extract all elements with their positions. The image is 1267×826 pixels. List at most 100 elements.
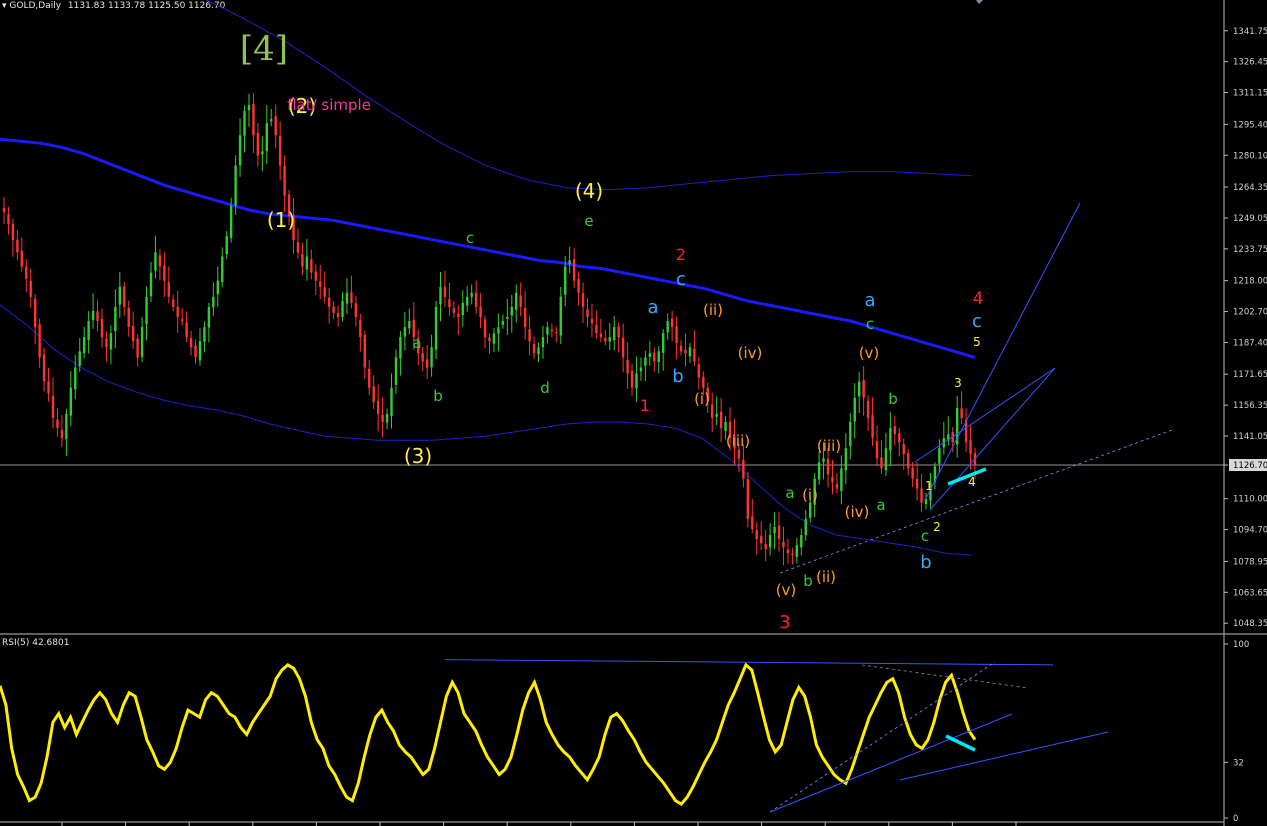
candle-body: [131, 325, 135, 342]
candle-body: [29, 280, 32, 297]
candle-body: [332, 306, 335, 313]
candle-body: [238, 135, 242, 166]
candle-body: [751, 516, 754, 530]
candle-body: [590, 318, 594, 324]
candle-body: [862, 380, 865, 398]
wave-label: a: [876, 496, 885, 514]
price-tick-label: 1094.70: [1233, 526, 1267, 536]
candle-body: [252, 103, 255, 136]
price-tick-label: 1280.10: [1233, 151, 1267, 161]
candle-body: [786, 549, 790, 554]
candle-body: [532, 344, 536, 354]
candle-body: [448, 299, 451, 307]
candle-body: [555, 332, 558, 334]
candle-body: [804, 518, 807, 536]
candle-body: [693, 348, 696, 362]
candle-body: [724, 422, 727, 431]
wave-label: (i): [802, 486, 818, 504]
candle-body: [127, 307, 130, 328]
wave-label: 3: [779, 612, 790, 633]
candle-body: [613, 327, 616, 341]
candle-body: [149, 272, 153, 297]
candle-body: [56, 419, 59, 429]
wave-label: b: [433, 387, 443, 405]
candle-body: [421, 352, 424, 362]
wave-label: (iv): [845, 503, 870, 521]
candle-body: [875, 440, 879, 459]
candle-body: [443, 287, 447, 297]
candle-body: [336, 313, 340, 317]
price-tick-label: 1341.75: [1233, 27, 1267, 37]
candle-body: [826, 458, 830, 475]
candle-body: [296, 242, 300, 253]
candle-body: [140, 327, 144, 357]
candle-body: [893, 426, 897, 435]
candle-body: [274, 116, 277, 136]
candle-body: [515, 292, 518, 310]
candle-body: [158, 255, 162, 267]
candle-body: [906, 453, 910, 469]
price-tick-label: 1171.65: [1233, 370, 1267, 380]
wave-label: c: [866, 315, 874, 333]
wave-label: c: [921, 527, 929, 545]
candle-body: [528, 329, 531, 342]
wave-label: 4: [968, 475, 976, 489]
candle-body: [550, 329, 554, 332]
candle-body: [711, 404, 714, 418]
candle-body: [492, 333, 496, 344]
candle-body: [510, 306, 513, 316]
candle-body: [105, 338, 108, 348]
candle-body: [679, 345, 683, 352]
candle-body: [434, 306, 438, 350]
price-chart[interactable]: 1341.75 1326.45 1311.15 1295.40 1280.10 1264.…: [0, 0, 1267, 826]
candle-body: [497, 327, 500, 334]
candle-body: [203, 327, 206, 342]
candle-body: [831, 476, 834, 483]
candle-body: [452, 308, 456, 313]
candle-body: [212, 296, 215, 308]
candle-body: [372, 386, 375, 402]
candle-body: [760, 536, 763, 544]
candle-body: [715, 413, 718, 417]
wave-label: c: [972, 311, 982, 332]
wave-label: 4: [973, 289, 984, 309]
candle-body: [65, 413, 68, 440]
candle-body: [265, 123, 268, 152]
price-tick-label: 1156.35: [1233, 401, 1267, 411]
wave-label: (4): [575, 179, 603, 203]
candle-body: [617, 326, 620, 338]
candle-body: [301, 254, 304, 267]
candle-body: [363, 335, 366, 368]
price-tick-label: 1326.45: [1233, 58, 1267, 68]
candle-body: [523, 308, 527, 328]
candle-body: [381, 414, 384, 422]
candle-body: [746, 479, 750, 519]
wave-label: b: [920, 552, 931, 573]
candle-body: [866, 400, 870, 418]
candle-body: [884, 448, 888, 471]
candle-body: [648, 353, 652, 357]
upper-envelope-line: [205, 0, 973, 191]
candle-body: [621, 337, 625, 358]
rsi-tick-label: 100: [1233, 640, 1249, 650]
wave-label: (i): [694, 390, 710, 408]
candle-body: [408, 321, 411, 329]
candle-body: [154, 252, 157, 271]
candle-body: [577, 278, 580, 293]
candle-body: [483, 319, 487, 338]
price-tick-label: 1233.75: [1233, 245, 1267, 255]
candle-body: [2, 207, 6, 212]
candle-body: [791, 553, 794, 556]
candle-body: [474, 292, 478, 307]
candle-body: [889, 428, 892, 451]
candle-body: [20, 250, 24, 267]
candle-body: [777, 525, 781, 540]
wave-label: a: [864, 290, 875, 311]
rsi-tick-label: 0: [1233, 814, 1238, 824]
candle-body: [118, 286, 122, 305]
candle-body: [180, 319, 184, 322]
wave-label: (3): [404, 444, 432, 468]
price-tick-label: 1048.35: [1233, 619, 1267, 629]
wave-label: (v): [776, 581, 797, 599]
candle-body: [354, 303, 358, 317]
